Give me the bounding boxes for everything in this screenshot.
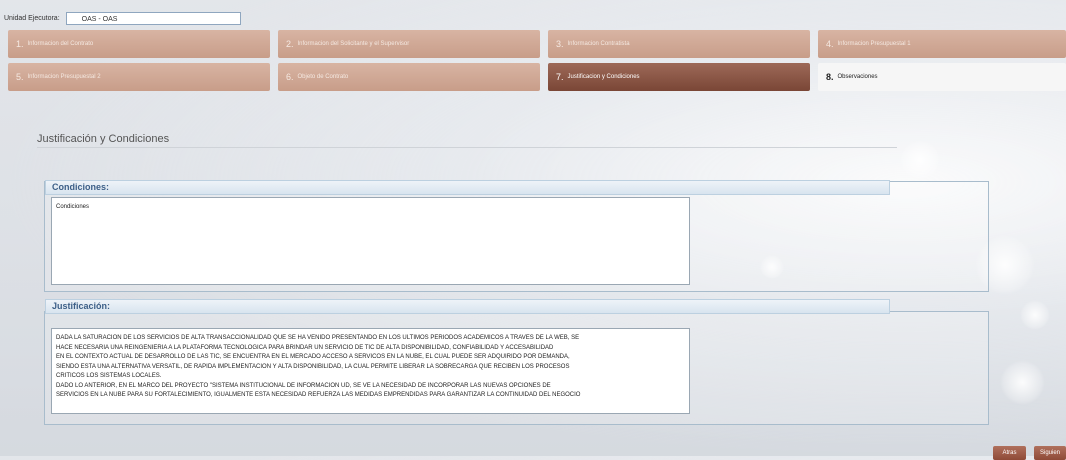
tab-label: Justificacion y Condiciones (567, 74, 640, 80)
background-droplet (900, 140, 940, 180)
justificacion-line: SIENDO ESTA UNA ALTERNATIVA VERSATIL, DE… (56, 363, 570, 370)
atras-button[interactable]: Atras (993, 446, 1026, 460)
justificacion-line: SERVICIOS EN LA NUBE PARA SU FORTALECIMI… (56, 392, 581, 398)
justificacion-line: DADO LO ANTERIOR, EN EL MARCO DEL PROYEC… (56, 382, 551, 389)
tab-label: Informacion Presupuestal 2 (27, 74, 101, 80)
background-droplet (1000, 360, 1045, 405)
section-title: Justificación y Condiciones (37, 133, 170, 145)
tab-label: Observaciones (837, 74, 878, 80)
justificacion-line: HACE NECESARIA UNA REINGENIERIA A LA PLA… (56, 344, 554, 351)
unidad-ejecutora-row: Unidad Ejecutora: OAS - OAS (4, 10, 241, 26)
tab-number: 5. (16, 72, 24, 82)
justificacion-header: Justificación: (45, 299, 890, 314)
tab-number: 6. (286, 72, 294, 82)
justificacion-heading: Justificación: (52, 301, 111, 311)
tab-label: Informacion Contratista (567, 41, 630, 47)
tab-objeto-contrato[interactable]: 6. Objeto de Contrato (278, 63, 540, 91)
justificacion-line: EN EL CONTEXTO ACTUAL DE DESARROLLO DE L… (56, 354, 570, 360)
section-divider (37, 147, 897, 148)
tab-observaciones[interactable]: 8. Observaciones (818, 63, 1066, 91)
tab-informacion-contratista[interactable]: 3. Informacion Contratista (548, 30, 810, 58)
condiciones-header: Condiciones: (45, 180, 890, 195)
background-droplet (1020, 300, 1050, 330)
unidad-ejecutora-field[interactable]: OAS - OAS (65, 11, 241, 25)
justificacion-line: CRITICOS LOS SISTEMAS LOCALES. (56, 373, 162, 379)
tab-label: Objeto de Contrato (297, 74, 349, 80)
tab-label: Informacion del Contrato (27, 41, 94, 47)
siguiente-button[interactable]: Siguien (1034, 446, 1066, 460)
tab-informacion-presupuestal-1[interactable]: 4. Informacion Presupuestal 1 (818, 30, 1066, 58)
tab-number: 7. (556, 72, 564, 82)
tab-label: Informacion del Solicitante y el Supervi… (297, 41, 410, 47)
unidad-ejecutora-label: Unidad Ejecutora: (4, 14, 60, 22)
tab-number: 3. (556, 39, 564, 49)
tab-justificacion-condiciones[interactable]: 7. Justificacion y Condiciones (548, 63, 810, 91)
tab-informacion-presupuestal-2[interactable]: 5. Informacion Presupuestal 2 (8, 63, 270, 91)
tab-informacion-solicitante[interactable]: 2. Informacion del Solicitante y el Supe… (278, 30, 540, 58)
justificacion-line: DADA LA SATURACION DE LOS SERVICIOS DE A… (56, 335, 580, 341)
tab-informacion-contrato[interactable]: 1. Informacion del Contrato (8, 30, 270, 58)
tab-number: 4. (826, 39, 834, 49)
condiciones-textarea[interactable]: Condiciones (51, 197, 690, 285)
tab-number: 8. (826, 72, 834, 82)
tab-number: 1. (16, 39, 24, 49)
condiciones-heading: Condiciones: (52, 182, 110, 192)
justificacion-textarea[interactable]: DADA LA SATURACION DE LOS SERVICIOS DE A… (51, 328, 690, 414)
tab-label: Informacion Presupuestal 1 (837, 41, 911, 47)
tab-number: 2. (286, 39, 294, 49)
